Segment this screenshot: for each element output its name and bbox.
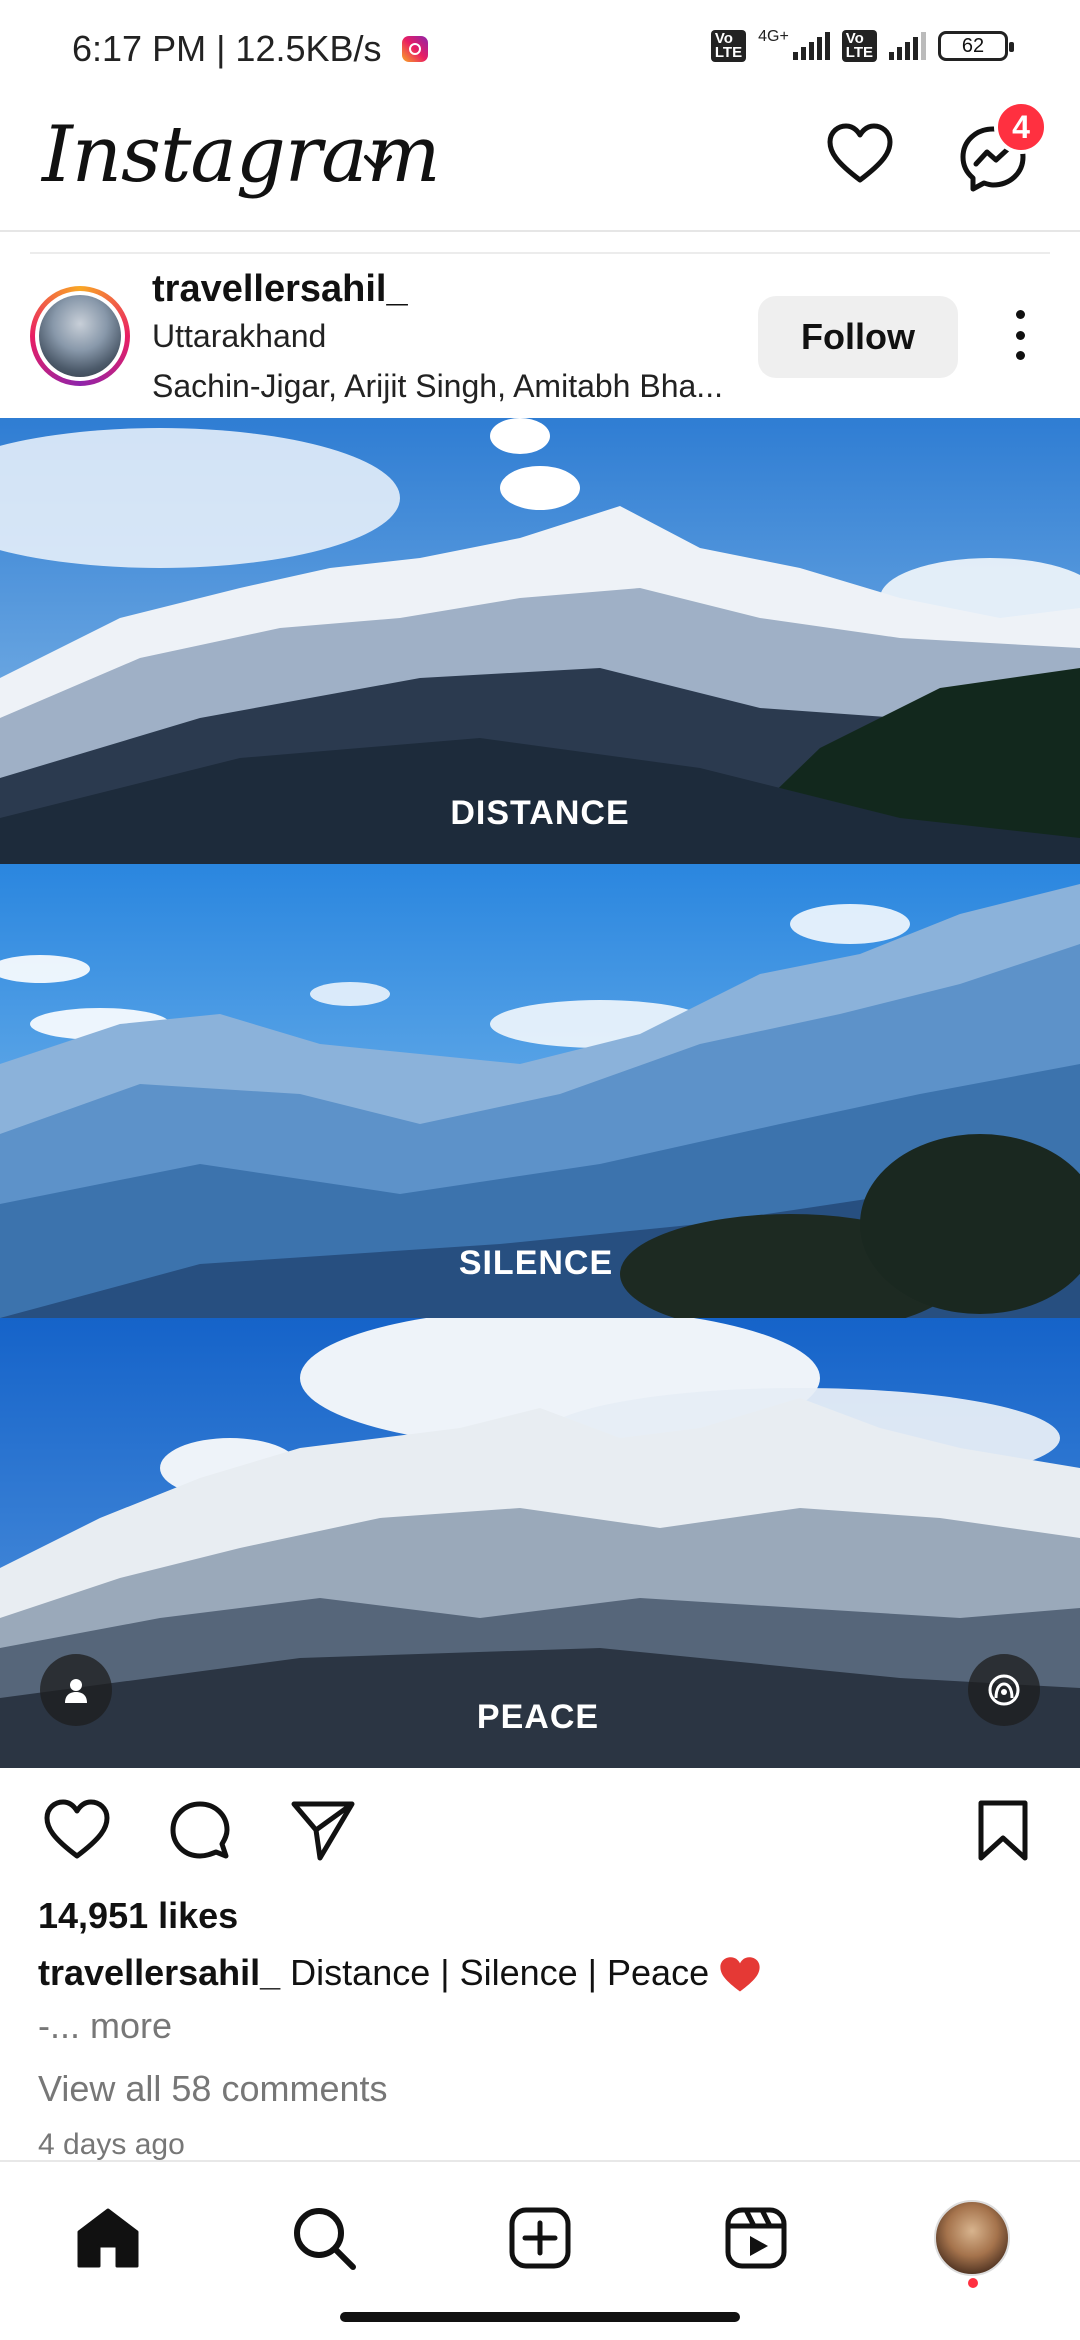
status-time: 6:17 PM | 12.5KB/s bbox=[72, 28, 382, 69]
audio-icon bbox=[988, 1674, 1020, 1706]
comment-icon[interactable] bbox=[166, 1798, 234, 1866]
author-avatar[interactable] bbox=[30, 286, 130, 386]
like-icon[interactable] bbox=[42, 1798, 112, 1862]
divider bbox=[30, 252, 1050, 254]
volte-icon-2: Vo LTE bbox=[841, 30, 877, 62]
home-indicator[interactable] bbox=[340, 2312, 740, 2322]
post-location[interactable]: Uttarakhand bbox=[152, 318, 326, 355]
red-heart-emoji-icon bbox=[720, 1957, 760, 1993]
audio-button[interactable] bbox=[968, 1654, 1040, 1726]
post-image[interactable]: DISTANCE SILENCE PEACE bbox=[0, 418, 1080, 1768]
status-icons: Vo LTE 4G+ Vo LTE 62 bbox=[710, 28, 1014, 62]
image-panel-peace: PEACE bbox=[0, 1318, 1080, 1768]
nav-home[interactable] bbox=[68, 2198, 148, 2278]
messages-badge: 4 bbox=[994, 100, 1048, 154]
follow-button[interactable]: Follow bbox=[758, 296, 958, 378]
app-header: Instagram 4 bbox=[0, 100, 1080, 232]
post-actions bbox=[0, 1768, 1080, 1888]
profile-avatar bbox=[934, 2200, 1010, 2276]
search-icon bbox=[294, 2208, 356, 2270]
post-caption: travellersahil_ Distance | Silence | Pea… bbox=[38, 1952, 761, 1994]
nav-search[interactable] bbox=[284, 2198, 364, 2278]
image-panel-distance: DISTANCE bbox=[0, 418, 1080, 864]
share-icon[interactable] bbox=[290, 1798, 356, 1862]
signal-icon bbox=[792, 32, 830, 60]
post-header: travellersahil_ Uttarakhand Sachin-Jigar… bbox=[0, 256, 1080, 418]
home-icon bbox=[77, 2208, 139, 2268]
nav-create[interactable] bbox=[500, 2198, 580, 2278]
image-panel-silence: SILENCE bbox=[0, 864, 1080, 1318]
panel-label-distance: DISTANCE bbox=[450, 794, 630, 832]
likes-count[interactable]: 14,951 likes bbox=[38, 1895, 238, 1937]
more-options-icon[interactable] bbox=[1008, 310, 1032, 360]
network-type: 4G+ bbox=[758, 28, 789, 45]
volte-icon: Vo LTE bbox=[710, 30, 747, 62]
status-bar: 6:17 PM | 12.5KB/s Vo LTE 4G+ Vo LTE 62 bbox=[0, 0, 1080, 100]
signal-icon-2 bbox=[889, 32, 926, 60]
bookmark-icon[interactable] bbox=[976, 1798, 1030, 1864]
nav-reels[interactable] bbox=[716, 2198, 796, 2278]
caption-username[interactable]: travellersahil_ bbox=[38, 1952, 280, 1993]
post-timestamp: 4 days ago bbox=[38, 2128, 185, 2161]
caption-text: Distance | Silence | Peace bbox=[290, 1952, 710, 1993]
panel-label-silence: SILENCE bbox=[458, 1244, 614, 1282]
post-audio[interactable]: Sachin-Jigar, Arijit Singh, Amitabh Bha.… bbox=[152, 368, 742, 405]
nav-profile[interactable] bbox=[932, 2198, 1012, 2278]
heart-icon[interactable] bbox=[826, 122, 894, 186]
post-username[interactable]: travellersahil_ bbox=[152, 268, 408, 311]
panel-label-peace: PEACE bbox=[476, 1698, 600, 1736]
tagged-people-button[interactable] bbox=[40, 1654, 112, 1726]
instagram-notification-icon bbox=[402, 36, 428, 62]
reels-icon bbox=[725, 2207, 787, 2269]
create-icon bbox=[509, 2207, 571, 2269]
caption-more-link[interactable]: -... more bbox=[38, 2005, 172, 2047]
battery-icon: 62 bbox=[938, 31, 1014, 61]
person-icon bbox=[65, 1679, 87, 1703]
chevron-down-icon[interactable] bbox=[362, 152, 394, 174]
profile-notification-dot bbox=[968, 2278, 978, 2288]
view-comments-link[interactable]: View all 58 comments bbox=[38, 2068, 388, 2110]
